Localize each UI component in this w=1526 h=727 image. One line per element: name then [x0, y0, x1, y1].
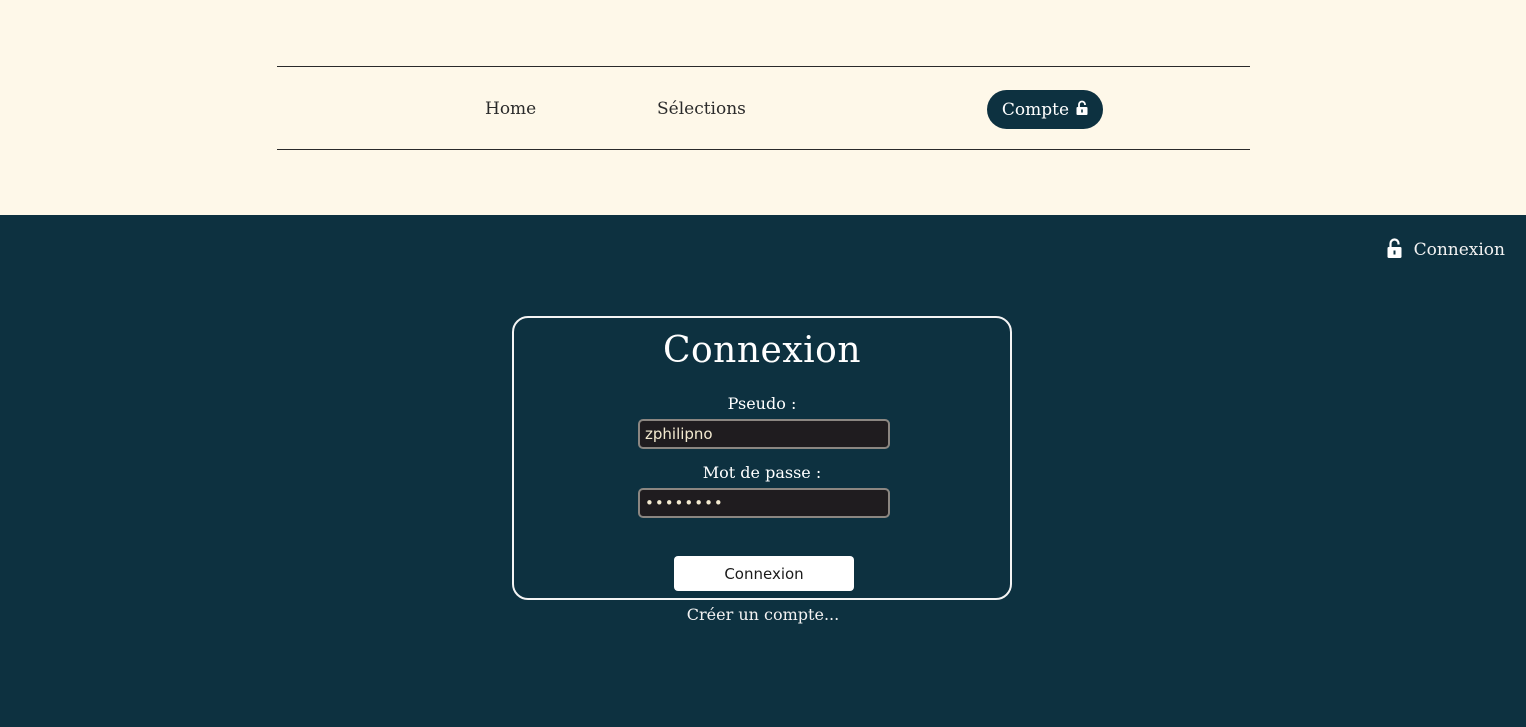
unlock-icon — [1076, 100, 1088, 120]
main-nav: Home Sélections Compte — [277, 66, 1250, 150]
site-header: Home Sélections Compte — [0, 0, 1526, 215]
password-input[interactable] — [638, 488, 890, 518]
pseudo-input[interactable] — [638, 419, 890, 449]
connexion-submit-button[interactable]: Connexion — [674, 556, 854, 591]
nav-compte-label: Compte — [1001, 99, 1070, 120]
pseudo-label: Pseudo : — [727, 394, 797, 413]
nav-selections-link[interactable]: Sélections — [657, 67, 746, 149]
nav-home-link[interactable]: Home — [485, 67, 536, 149]
header-connexion-link[interactable]: Connexion — [1387, 237, 1505, 263]
create-account-link[interactable]: Créer un compte... — [0, 605, 1526, 624]
password-label: Mot de passe : — [702, 463, 822, 482]
login-title: Connexion — [662, 330, 862, 371]
nav-compte-button[interactable]: Compte — [987, 90, 1103, 129]
login-form: Connexion Pseudo : Mot de passe : Connex… — [512, 316, 1012, 600]
unlock-icon — [1387, 237, 1402, 263]
header-connexion-label: Connexion — [1413, 240, 1505, 260]
